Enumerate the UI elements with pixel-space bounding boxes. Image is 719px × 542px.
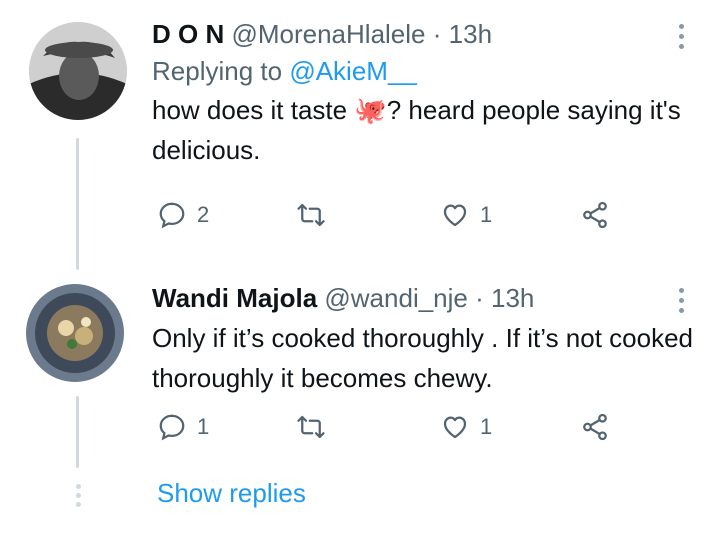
like-icon [443,204,467,227]
like-button[interactable]: 1 [440,200,492,230]
avatar[interactable] [26,284,124,382]
more-options-icon[interactable] [675,288,687,316]
retweet-button[interactable] [296,412,326,442]
timestamp[interactable]: 13h [449,19,492,49]
display-name[interactable]: Wandi Majola [152,283,317,313]
like-button[interactable]: 1 [440,412,492,442]
tweet-header: Wandi Majola @wandi_nje · 13h [152,282,695,314]
octopus-emoji: 🐙 [354,95,387,125]
tweet[interactable]: D O N @MorenaHlalele · 13h Replying to @… [152,18,695,218]
retweet-icon [297,203,325,227]
tweet-text-part: how does it taste [152,95,355,125]
like-count: 1 [480,202,493,227]
separator: · [475,283,484,313]
replying-to: Replying to @AkieM__ [152,54,695,88]
like-count: 1 [480,414,493,439]
handle[interactable]: @wandi_nje [324,283,467,313]
show-replies-link[interactable]: Show replies [157,478,306,509]
avatar[interactable] [29,22,127,120]
handle[interactable]: @MorenaHlalele [231,19,425,49]
reply-icon [159,414,185,441]
tweet-header: D O N @MorenaHlalele · 13h [152,18,695,50]
reply-count: 2 [197,202,210,227]
tweet-actions: 2 1 [0,200,719,240]
replying-prefix: Replying to [152,56,283,86]
reply-button[interactable]: 2 [157,200,209,230]
share-icon [583,201,607,229]
more-options-icon[interactable] [675,24,687,52]
thread-continuation-dots [73,484,83,511]
like-icon [443,416,467,439]
replying-to-link[interactable]: @AkieM__ [289,56,417,86]
tweet[interactable]: Wandi Majola @wandi_nje · 13h Only if it… [152,282,695,402]
tweet-text: Only if it’s cooked thoroughly . If it’s… [152,323,693,393]
retweet-button[interactable] [296,200,326,230]
share-icon [583,413,607,441]
retweet-icon [297,415,325,439]
tweet-actions: 1 1 [0,412,719,452]
tweet-text: how does it taste 🐙? heard people saying… [152,90,695,170]
reply-icon [159,202,185,229]
separator: · [432,19,442,49]
display-name[interactable]: D O N [152,19,224,49]
timestamp[interactable]: 13h [491,283,534,313]
share-button[interactable] [580,412,610,442]
reply-button[interactable]: 1 [157,412,209,442]
reply-count: 1 [197,414,210,439]
share-button[interactable] [580,200,610,230]
